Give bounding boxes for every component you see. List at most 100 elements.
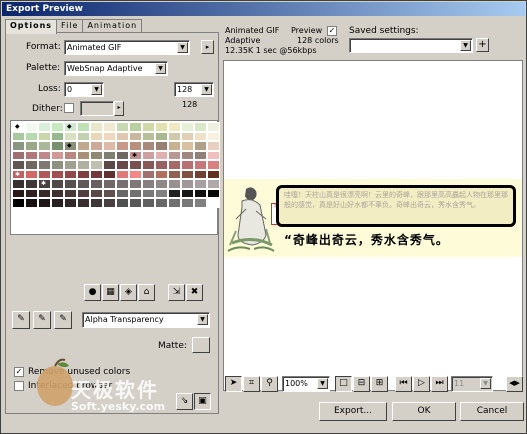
palette-swatch[interactable]	[155, 150, 168, 160]
ok-button[interactable]: OK	[392, 402, 456, 421]
palette-swatch[interactable]	[194, 188, 207, 198]
palette-swatch[interactable]	[142, 188, 155, 198]
palette-swatch[interactable]	[38, 160, 51, 170]
palette-swatch[interactable]	[207, 150, 220, 160]
chevron-down-icon[interactable]: ▼	[201, 84, 212, 95]
four-view-icon[interactable]: ⊞	[371, 376, 388, 392]
transparency-select[interactable]: Alpha Transparency ▼	[82, 312, 210, 328]
palette-swatch[interactable]	[77, 188, 90, 198]
chevron-down-icon[interactable]: ▼	[177, 42, 188, 53]
palette-swatch[interactable]	[168, 179, 181, 189]
palette-swatch[interactable]: ◆	[64, 122, 77, 132]
palette-swatch[interactable]	[129, 188, 142, 198]
palette-swatch[interactable]	[77, 141, 90, 151]
palette-swatch[interactable]	[207, 141, 220, 151]
palette-swatch[interactable]	[129, 169, 142, 179]
add-setting-button[interactable]: +	[476, 38, 489, 52]
interlaced-checkbox[interactable]	[14, 381, 24, 391]
palette-swatch[interactable]	[90, 169, 103, 179]
palette-swatch[interactable]	[90, 179, 103, 189]
palette-swatch[interactable]	[181, 169, 194, 179]
optimize-size-icon[interactable]: ⇘	[176, 393, 193, 410]
zoom-select[interactable]: 100% ▼	[282, 376, 330, 392]
palette-swatch[interactable]	[25, 169, 38, 179]
lock-icon[interactable]: ⌂	[138, 284, 155, 301]
palette-swatch[interactable]	[90, 188, 103, 198]
palette-swatch[interactable]	[155, 160, 168, 170]
chevron-down-icon[interactable]: ▼	[91, 84, 102, 95]
palette-swatch[interactable]	[129, 141, 142, 151]
palette-swatch[interactable]	[77, 150, 90, 160]
colors-select[interactable]: 128 ▼	[174, 82, 214, 97]
single-view-icon[interactable]: □	[335, 376, 352, 392]
palette-swatch[interactable]	[207, 179, 220, 189]
palette-swatch[interactable]	[168, 141, 181, 151]
palette-swatch[interactable]	[12, 141, 25, 151]
palette-swatch[interactable]: ◆	[64, 141, 77, 151]
palette-swatch[interactable]	[181, 131, 194, 141]
color-palette-grid[interactable]: ◆ ◆ ◆ ✱ ✱ ✱	[10, 120, 220, 235]
cancel-button[interactable]: Cancel	[460, 402, 524, 421]
dither-slider-button[interactable]: ▸	[114, 101, 124, 116]
remove-unused-checkbox[interactable]: ✓	[14, 367, 24, 377]
palette-swatch[interactable]	[77, 179, 90, 189]
dither-checkbox[interactable]	[64, 103, 74, 113]
palette-swatch[interactable]	[25, 122, 38, 132]
palette-swatch[interactable]	[168, 198, 181, 208]
palette-swatch[interactable]	[64, 150, 77, 160]
palette-swatch[interactable]	[103, 179, 116, 189]
trash-icon[interactable]: ✖	[186, 284, 203, 301]
palette-swatch[interactable]	[51, 131, 64, 141]
last-frame-icon[interactable]: ⏭	[431, 376, 448, 392]
frame-select[interactable]: 11 ▼	[451, 376, 493, 392]
palette-swatch[interactable]	[168, 160, 181, 170]
palette-swatch[interactable]	[116, 122, 129, 132]
palette-swatch[interactable]	[155, 198, 168, 208]
palette-swatch[interactable]	[51, 141, 64, 151]
palette-swatch[interactable]	[116, 169, 129, 179]
palette-swatch[interactable]	[194, 160, 207, 170]
palette-swatch[interactable]	[129, 198, 142, 208]
palette-swatch[interactable]	[155, 179, 168, 189]
palette-swatch[interactable]	[25, 198, 38, 208]
palette-swatch[interactable]	[129, 179, 142, 189]
loop-icon[interactable]: ◀▶	[506, 376, 523, 392]
palette-swatch[interactable]	[142, 169, 155, 179]
palette-swatch[interactable]	[116, 160, 129, 170]
palette-swatch[interactable]	[155, 131, 168, 141]
eyedropper-remove-icon[interactable]: ✎	[54, 311, 72, 329]
palette-swatch[interactable]	[103, 160, 116, 170]
palette-swatch[interactable]	[38, 188, 51, 198]
preview-area[interactable]: 天柱山 哇噻！天柱山真是很漂亮啊！云里的奇峰，跟那里高高矗起人物在那里那般的感觉…	[223, 60, 523, 391]
palette-swatch[interactable]	[103, 122, 116, 132]
palette-swatch[interactable]	[207, 160, 220, 170]
palette-swatch[interactable]	[25, 179, 38, 189]
palette-swatch[interactable]	[64, 198, 77, 208]
circle-icon[interactable]: ●	[84, 284, 101, 301]
palette-swatch[interactable]	[12, 198, 25, 208]
palette-swatch[interactable]	[181, 188, 194, 198]
palette-swatch[interactable]: ✱	[129, 150, 142, 160]
eyedropper-add-icon[interactable]: ✎	[33, 311, 51, 329]
palette-swatch[interactable]	[25, 141, 38, 151]
matte-color-swatch[interactable]	[192, 337, 210, 353]
first-frame-icon[interactable]: ⏮	[395, 376, 412, 392]
palette-swatch[interactable]	[77, 198, 90, 208]
palette-swatch[interactable]	[90, 122, 103, 132]
two-view-icon[interactable]: ⊟	[353, 376, 370, 392]
palette-swatch[interactable]	[90, 150, 103, 160]
saved-settings-select[interactable]: ▼	[349, 38, 473, 53]
palette-swatch[interactable]	[12, 160, 25, 170]
palette-swatch[interactable]	[155, 141, 168, 151]
dither-amount-input[interactable]	[80, 101, 114, 116]
palette-swatch[interactable]	[194, 122, 207, 132]
palette-swatch[interactable]	[116, 198, 129, 208]
palette-swatch[interactable]	[168, 131, 181, 141]
palette-swatch[interactable]	[12, 131, 25, 141]
palette-swatch[interactable]	[194, 150, 207, 160]
palette-swatch[interactable]	[181, 141, 194, 151]
palette-select[interactable]: WebSnap Adaptive ▼	[64, 61, 168, 76]
palette-swatch[interactable]	[194, 198, 207, 208]
palette-swatch[interactable]	[12, 188, 25, 198]
chevron-down-icon[interactable]: ▼	[317, 378, 328, 389]
